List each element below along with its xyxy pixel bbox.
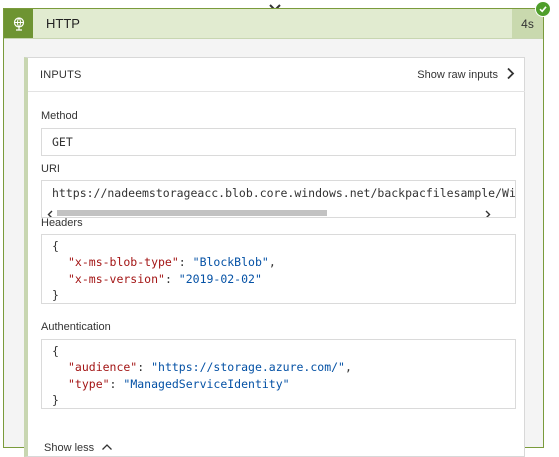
inputs-title: INPUTS bbox=[40, 69, 82, 81]
chevron-right-icon bbox=[506, 67, 515, 83]
json-close-brace: } bbox=[52, 288, 59, 302]
inputs-header: INPUTS Show raw inputs bbox=[28, 58, 525, 92]
method-value: GET bbox=[52, 135, 73, 149]
http-action-card: HTTP 4s INPUTS Show raw inputs Method GE… bbox=[3, 8, 544, 457]
action-title: HTTP bbox=[46, 16, 80, 31]
uri-field[interactable]: https://nadeemstorageacc.blob.core.windo… bbox=[41, 180, 516, 218]
action-header[interactable]: HTTP 4s bbox=[4, 9, 543, 39]
show-raw-inputs-button[interactable]: Show raw inputs bbox=[417, 65, 515, 85]
inputs-panel: INPUTS Show raw inputs Method GET URI ht… bbox=[24, 57, 525, 457]
scroll-right-icon[interactable] bbox=[484, 208, 491, 217]
headers-field[interactable]: { "x-ms-blob-type": "BlockBlob", "x-ms-v… bbox=[41, 234, 516, 304]
show-less-button[interactable]: Show less bbox=[44, 442, 113, 454]
uri-value: https://nadeemstorageacc.blob.core.windo… bbox=[52, 186, 516, 200]
json-open-brace: { bbox=[52, 344, 59, 358]
json-entry: "audience": "https://storage.azure.com/"… bbox=[68, 360, 352, 374]
success-check-icon bbox=[535, 1, 551, 17]
authentication-field[interactable]: { "audience": "https://storage.azure.com… bbox=[41, 339, 516, 409]
json-entry: "type": "ManagedServiceIdentity" bbox=[68, 377, 290, 391]
json-open-brace: { bbox=[52, 239, 59, 253]
show-raw-inputs-label: Show raw inputs bbox=[417, 69, 498, 81]
globe-icon bbox=[4, 9, 33, 38]
json-close-brace: } bbox=[52, 393, 59, 407]
uri-label: URI bbox=[41, 163, 60, 175]
show-less-label: Show less bbox=[44, 442, 95, 454]
json-entry: "x-ms-version": "2019-02-02" bbox=[68, 272, 262, 286]
method-label: Method bbox=[41, 110, 78, 122]
json-entry: "x-ms-blob-type": "BlockBlob", bbox=[68, 255, 276, 269]
scrollbar-thumb[interactable] bbox=[57, 210, 327, 216]
authentication-label: Authentication bbox=[41, 321, 111, 333]
chevron-up-icon bbox=[101, 442, 113, 454]
horizontal-scrollbar[interactable] bbox=[47, 208, 507, 217]
headers-label: Headers bbox=[41, 217, 83, 229]
method-field[interactable]: GET bbox=[41, 128, 516, 156]
